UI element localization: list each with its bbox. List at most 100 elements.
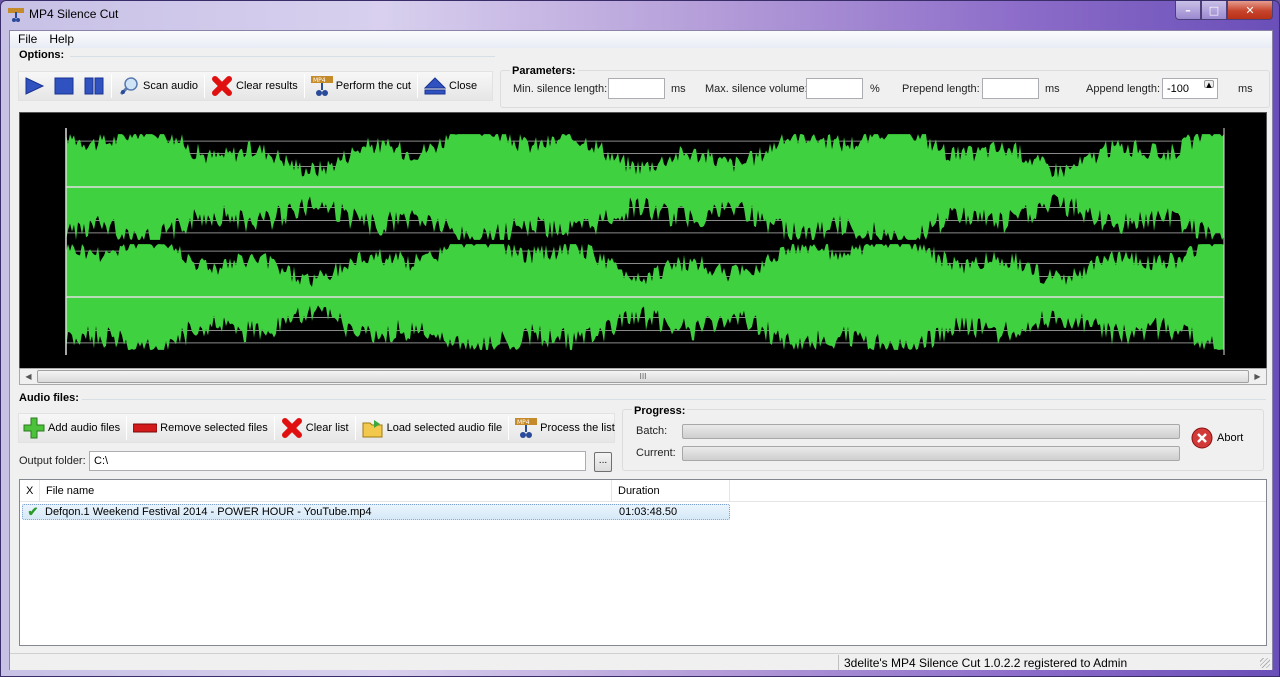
progress-label: Progress:	[632, 405, 688, 417]
menu-help[interactable]: Help	[44, 31, 79, 48]
red-x-icon	[281, 417, 303, 439]
folder-open-icon	[362, 417, 384, 439]
resize-grip[interactable]	[1260, 658, 1270, 668]
toolbar-separator	[417, 74, 418, 98]
browse-folder-button[interactable]: ...	[594, 452, 612, 472]
scroll-left-button[interactable]: ◀	[20, 369, 37, 384]
minimize-button[interactable]: –	[1175, 1, 1201, 20]
current-label: Current:	[636, 447, 676, 459]
min-silence-length-label: Min. silence length:	[513, 83, 608, 95]
prepend-length-unit: ms	[1045, 83, 1060, 95]
parameters-label: Parameters:	[510, 65, 578, 77]
menu-file[interactable]: File	[13, 31, 42, 48]
toolbar-separator	[111, 74, 112, 98]
audio-files-label: Audio files:	[19, 392, 79, 404]
red-x-icon	[211, 75, 233, 97]
eject-icon	[423, 75, 447, 97]
status-text: 3delite's MP4 Silence Cut 1.0.2.2 regist…	[844, 656, 1128, 670]
clear-results-label: Clear results	[236, 80, 298, 92]
client-area: File Help Options: Scan audio Clear resu…	[9, 30, 1273, 670]
abort-button[interactable]: Abort	[1191, 427, 1243, 449]
column-header-file-name[interactable]: File name	[40, 480, 612, 502]
scroll-thumb[interactable]: III	[37, 370, 1249, 383]
waveform-canvas[interactable]	[20, 113, 1266, 368]
check-icon[interactable]: ✔	[23, 504, 43, 520]
options-divider	[70, 56, 495, 57]
toolbar-separator	[354, 416, 356, 440]
pause-button[interactable]	[79, 72, 109, 100]
close-button[interactable]: Close	[420, 72, 481, 100]
mp4-cut-icon: MP4	[310, 75, 333, 97]
waveform-view[interactable]	[19, 112, 1267, 369]
column-header-duration[interactable]: Duration	[612, 480, 730, 502]
title-bar: MP4 Silence Cut – □ ✕	[1, 1, 1279, 29]
progress-group: Progress: Batch: Current: Abort	[622, 405, 1264, 471]
prepend-length-label: Prepend length:	[902, 83, 980, 95]
current-progress-bar	[682, 446, 1180, 461]
batch-label: Batch:	[636, 425, 668, 437]
close-window-button[interactable]: ✕	[1227, 1, 1273, 20]
load-selected-audio-file-label: Load selected audio file	[386, 422, 503, 434]
load-selected-audio-file-button[interactable]: Load selected audio file	[358, 414, 507, 442]
process-list-label: Process the list	[540, 422, 615, 434]
play-button[interactable]	[19, 72, 49, 100]
close-label: Close	[449, 80, 478, 92]
mp4-cut-icon: MP4	[515, 417, 538, 439]
plus-icon	[23, 417, 45, 439]
app-window: MP4 Silence Cut – □ ✕ File Help Options:	[0, 0, 1280, 677]
waveform-channel-2-upper	[66, 244, 1224, 297]
file-list[interactable]: X File name Duration ✔ Defqon.1 Weekend …	[19, 479, 1267, 646]
append-length-unit: ms	[1238, 83, 1253, 95]
toolbar-separator	[303, 74, 305, 98]
audio-files-toolbar: Add audio files Remove selected files Cl…	[18, 413, 615, 443]
toolbar-separator	[204, 74, 206, 98]
min-silence-length-unit: ms	[671, 83, 686, 95]
max-silence-volume-unit: %	[870, 83, 880, 95]
status-bar: 3delite's MP4 Silence Cut 1.0.2.2 regist…	[10, 653, 1272, 670]
remove-selected-files-label: Remove selected files	[160, 422, 268, 434]
file-list-row[interactable]: ✔ Defqon.1 Weekend Festival 2014 - POWER…	[22, 504, 730, 520]
waveform-channel-1-upper	[66, 134, 1224, 187]
stop-button[interactable]	[49, 72, 79, 100]
process-list-button[interactable]: MP4 Process the list	[511, 414, 619, 442]
file-list-header: X File name Duration	[20, 480, 1266, 502]
perform-cut-button[interactable]: MP4 Perform the cut	[307, 72, 415, 100]
scan-audio-label: Scan audio	[143, 80, 199, 92]
output-folder-input[interactable]	[89, 451, 586, 471]
batch-progress-bar	[682, 424, 1180, 439]
waveform-channel-2-lower	[66, 297, 1224, 350]
pause-icon	[83, 75, 105, 97]
abort-icon	[1191, 427, 1213, 449]
maximize-button[interactable]: □	[1201, 1, 1227, 20]
remove-bar-icon	[132, 417, 158, 439]
duration-cell: 01:03:48.50	[619, 506, 678, 518]
add-audio-files-label: Add audio files	[48, 422, 121, 434]
scroll-thumb-grip: III	[639, 372, 647, 381]
maximize-icon: □	[1208, 3, 1220, 17]
window-title: MP4 Silence Cut	[29, 7, 119, 21]
scroll-right-button[interactable]: ▶	[1249, 369, 1266, 384]
options-toolbar: Scan audio Clear results MP4 Perform the…	[18, 71, 493, 101]
add-audio-files-button[interactable]: Add audio files	[19, 414, 124, 442]
app-icon	[8, 7, 24, 23]
audio-files-divider	[82, 399, 1266, 400]
svg-text:MP4: MP4	[517, 419, 530, 426]
remove-selected-files-button[interactable]: Remove selected files	[129, 414, 272, 442]
output-folder-label: Output folder:	[19, 455, 86, 467]
svg-text:MP4: MP4	[313, 77, 326, 84]
waveform-channel-1-lower	[66, 187, 1224, 240]
max-silence-volume-input[interactable]	[806, 78, 863, 99]
column-header-x[interactable]: X	[20, 480, 40, 502]
clear-list-button[interactable]: Clear list	[277, 414, 353, 442]
clear-results-button[interactable]: Clear results	[207, 72, 302, 100]
waveform-scrollbar[interactable]: ◀ III ▶	[19, 368, 1267, 385]
perform-cut-label: Perform the cut	[335, 80, 411, 92]
max-silence-volume-label: Max. silence volume:	[705, 83, 808, 95]
prepend-length-input[interactable]	[982, 78, 1039, 99]
min-silence-length-input[interactable]	[608, 78, 665, 99]
toolbar-separator	[508, 416, 510, 440]
toolbar-separator	[273, 416, 275, 440]
append-length-spin-up[interactable]: ▲	[1204, 80, 1214, 89]
status-separator	[838, 655, 839, 670]
scan-audio-button[interactable]: Scan audio	[114, 72, 202, 100]
